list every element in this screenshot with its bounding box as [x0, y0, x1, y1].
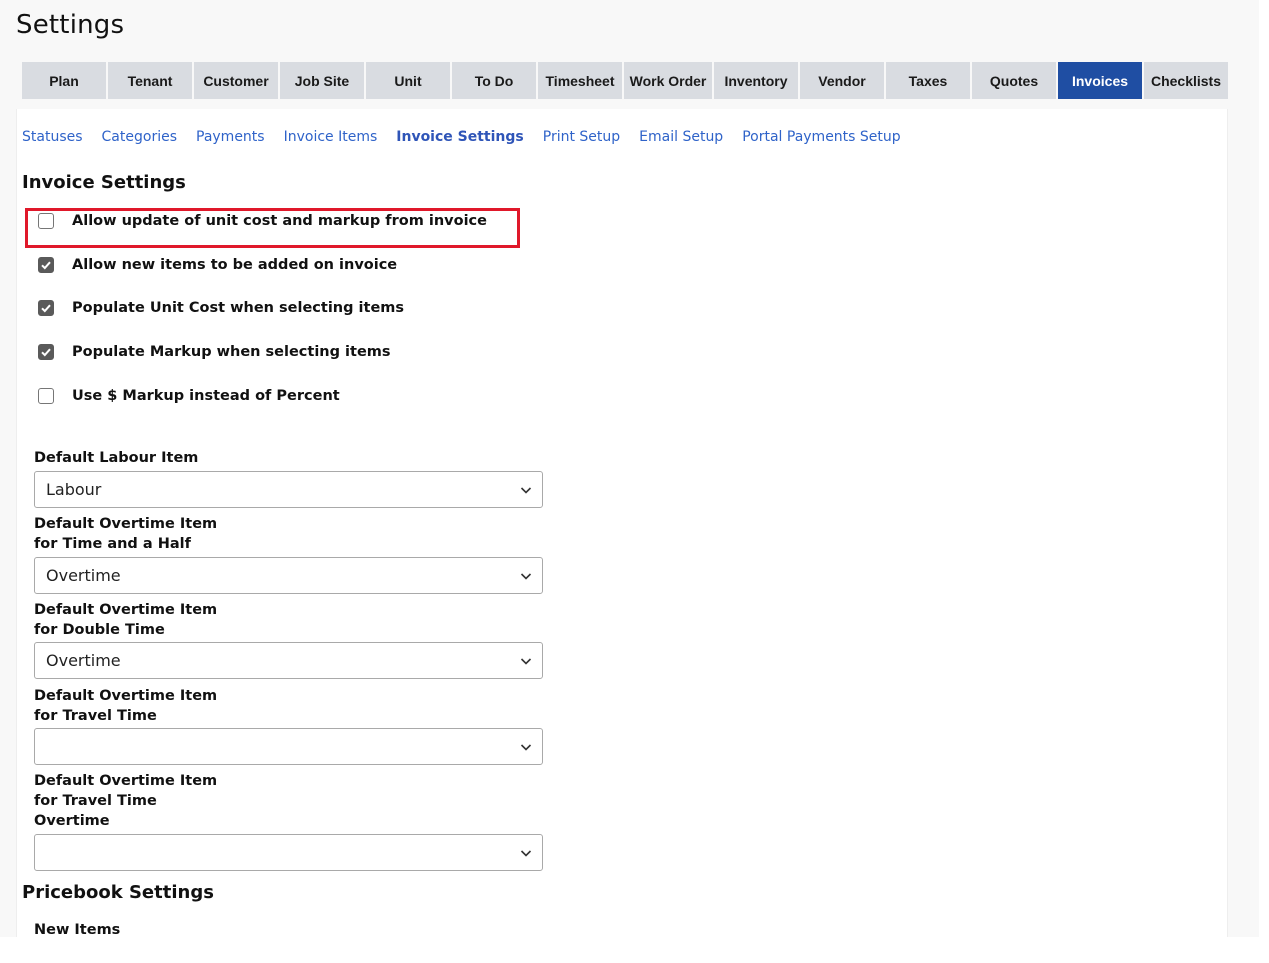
checkbox-row-populate-markup: Populate Markup when selecting items — [38, 342, 391, 362]
invoice-subnav: Statuses Categories Payments Invoice Ite… — [22, 129, 920, 145]
checkbox-row-allow-new-items: Allow new items to be added on invoice — [38, 255, 397, 275]
field-label-line: Default Overtime Item — [34, 602, 218, 618]
checkmark-icon — [41, 348, 51, 357]
pricebook-settings-title: Pricebook Settings — [22, 882, 214, 903]
checkmark-icon — [41, 261, 51, 270]
tab-customer[interactable]: Customer — [194, 62, 278, 99]
field-label-line: for Travel Time — [34, 708, 157, 724]
overtime-travel-time-select[interactable] — [34, 728, 543, 765]
overtime-travel-time-overtime-label: Default Overtime Item for Travel Time Ov… — [34, 771, 217, 831]
subnav-categories[interactable]: Categories — [102, 129, 177, 145]
tab-work-order[interactable]: Work Order — [624, 62, 712, 99]
select-value: Overtime — [46, 651, 121, 670]
populate-markup-checkbox[interactable] — [38, 344, 54, 360]
field-label-line: for Double Time — [34, 622, 165, 638]
select-value: Labour — [46, 480, 102, 499]
subnav-invoice-settings[interactable]: Invoice Settings — [396, 129, 523, 145]
checkbox-row-allow-update: Allow update of unit cost and markup fro… — [38, 211, 487, 231]
subnav-payments[interactable]: Payments — [196, 129, 265, 145]
allow-update-cost-label: Allow update of unit cost and markup fro… — [72, 213, 487, 229]
chevron-down-icon — [520, 744, 532, 751]
checkmark-icon — [41, 304, 51, 313]
subnav-email-setup[interactable]: Email Setup — [639, 129, 723, 145]
overtime-travel-time-label: Default Overtime Item for Travel Time — [34, 686, 217, 726]
default-labour-item-select[interactable]: Labour — [34, 471, 543, 508]
tab-job-site[interactable]: Job Site — [280, 62, 364, 99]
tab-to-do[interactable]: To Do — [452, 62, 536, 99]
tab-plan[interactable]: Plan — [22, 62, 106, 99]
subnav-statuses[interactable]: Statuses — [22, 129, 83, 145]
populate-unit-cost-checkbox[interactable] — [38, 300, 54, 316]
tab-checklists[interactable]: Checklists — [1144, 62, 1228, 99]
subnav-invoice-items[interactable]: Invoice Items — [284, 129, 378, 145]
tab-vendor[interactable]: Vendor — [800, 62, 884, 99]
allow-new-items-label: Allow new items to be added on invoice — [72, 257, 398, 273]
field-label-line: Default Overtime Item — [34, 688, 218, 704]
field-label-line: Default Overtime Item — [34, 516, 218, 532]
overtime-double-time-select[interactable]: Overtime — [34, 642, 543, 679]
field-label-line: Overtime — [34, 813, 110, 829]
checkbox-row-dollar-markup: Use $ Markup instead of Percent — [38, 386, 340, 406]
dollar-markup-checkbox[interactable] — [38, 388, 54, 404]
settings-tabs: Plan Tenant Customer Job Site Unit To Do… — [22, 62, 1230, 99]
allow-new-items-checkbox[interactable] — [38, 257, 54, 273]
field-label-line: for Time and a Half — [34, 536, 191, 552]
field-label-line: Default Overtime Item — [34, 773, 218, 789]
checkbox-row-populate-unit-cost: Populate Unit Cost when selecting items — [38, 298, 404, 318]
chevron-down-icon — [520, 573, 532, 580]
subnav-print-setup[interactable]: Print Setup — [543, 129, 620, 145]
overtime-double-time-label: Default Overtime Item for Double Time — [34, 600, 217, 640]
overtime-time-half-label: Default Overtime Item for Time and a Hal… — [34, 514, 217, 554]
overtime-travel-time-overtime-select[interactable] — [34, 834, 543, 871]
allow-update-cost-checkbox[interactable] — [38, 213, 54, 229]
tab-unit[interactable]: Unit — [366, 62, 450, 99]
tab-timesheet[interactable]: Timesheet — [538, 62, 622, 99]
chevron-down-icon — [520, 487, 532, 494]
tab-tenant[interactable]: Tenant — [108, 62, 192, 99]
dollar-markup-label: Use $ Markup instead of Percent — [72, 388, 340, 404]
new-items-label: New Items — [34, 922, 121, 937]
tab-invoices[interactable]: Invoices — [1058, 62, 1142, 99]
populate-markup-label: Populate Markup when selecting items — [72, 344, 391, 360]
subnav-portal-payments-setup[interactable]: Portal Payments Setup — [742, 129, 900, 145]
field-label-line: for Travel Time — [34, 793, 157, 809]
tab-inventory[interactable]: Inventory — [714, 62, 798, 99]
overtime-time-half-select[interactable]: Overtime — [34, 557, 543, 594]
default-labour-item-label: Default Labour Item — [34, 448, 198, 468]
populate-unit-cost-label: Populate Unit Cost when selecting items — [72, 300, 405, 316]
chevron-down-icon — [520, 850, 532, 857]
tab-quotes[interactable]: Quotes — [972, 62, 1056, 99]
tab-taxes[interactable]: Taxes — [886, 62, 970, 99]
chevron-down-icon — [520, 658, 532, 665]
field-label-line: Default Labour Item — [34, 450, 199, 466]
select-value: Overtime — [46, 566, 121, 585]
invoice-settings-title: Invoice Settings — [22, 172, 186, 193]
page-title: Settings — [16, 10, 125, 40]
